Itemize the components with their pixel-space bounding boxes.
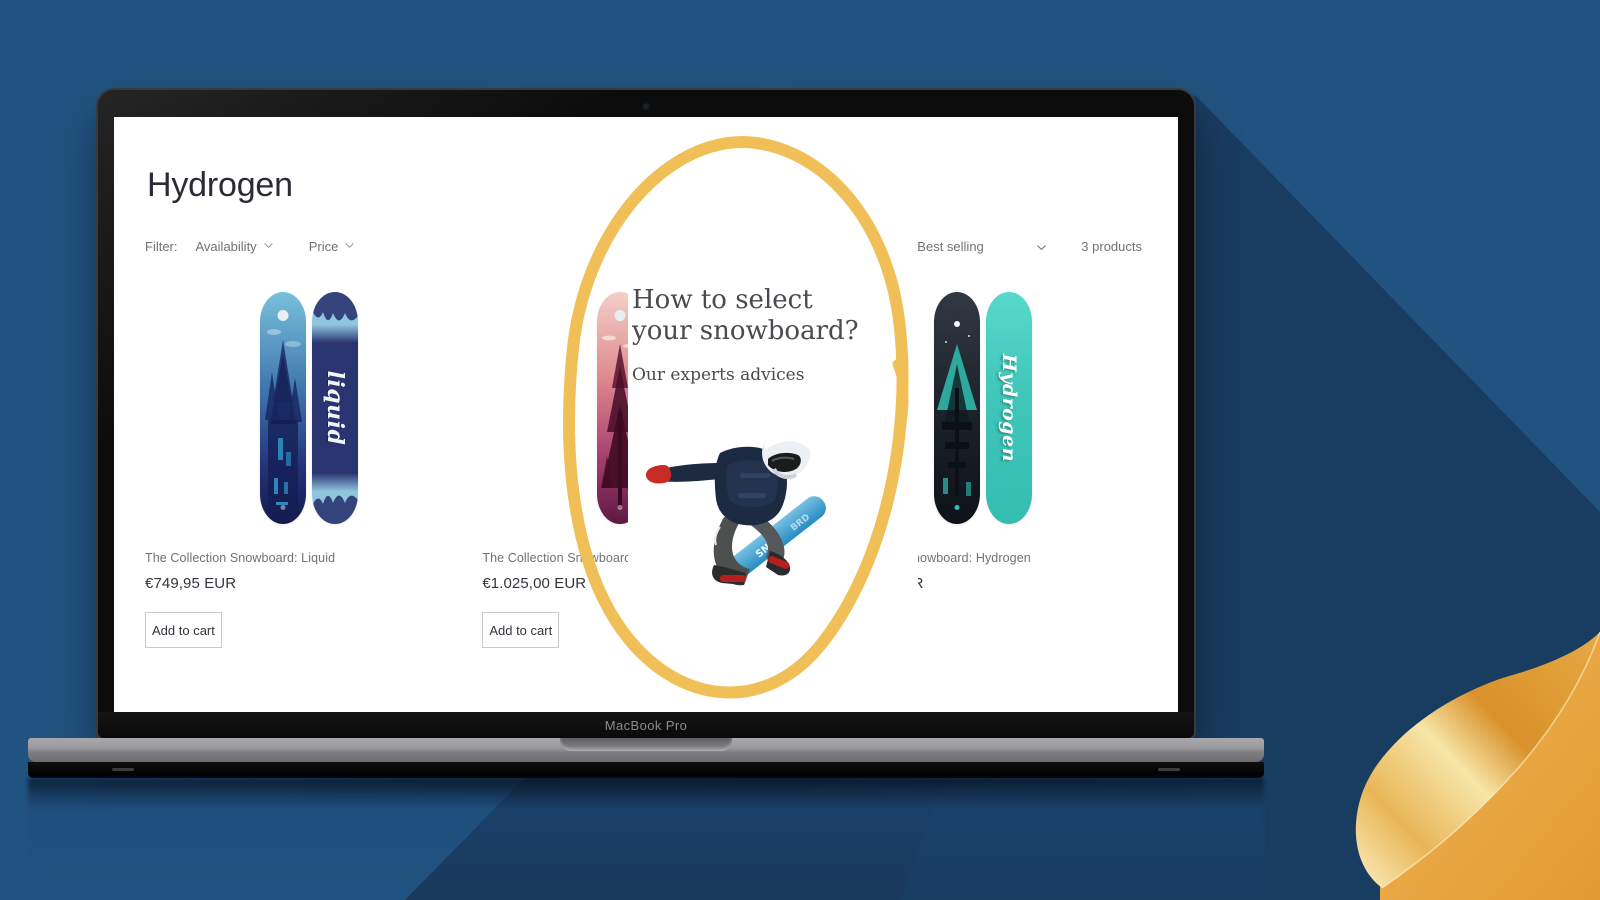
snowboard-front-image xyxy=(934,292,981,524)
chevron-down-icon xyxy=(1036,241,1047,252)
chevron-down-icon xyxy=(264,241,273,250)
snowboarder-photo: SNO BRD xyxy=(646,427,826,586)
laptop-lid: Hydrogen Filter: Availability Price Best… xyxy=(98,90,1194,738)
laptop-bottom-bezel: MacBook Pro xyxy=(98,712,1194,738)
product-media[interactable]: liquid xyxy=(145,287,473,529)
promo-heading-line1: How to select xyxy=(632,285,813,315)
snowboard-hole xyxy=(614,310,626,321)
filter-price[interactable]: Price xyxy=(309,239,355,254)
product-price: €749,95 EUR xyxy=(145,575,237,592)
chevron-down-icon xyxy=(345,241,354,250)
device-label: MacBook Pro xyxy=(604,717,688,733)
snowboard-bottom-dot xyxy=(954,505,960,510)
filter-price-label: Price xyxy=(308,239,339,254)
snowboard-back-image: Hydrogen xyxy=(986,292,1033,524)
filter-label: Filter: xyxy=(145,239,178,254)
filter-availability[interactable]: Availability xyxy=(196,239,273,254)
snowboard-wordmark: liquid xyxy=(321,370,348,446)
laptop-reflection xyxy=(28,778,1264,898)
macbook-mockup: Hydrogen Filter: Availability Price Best… xyxy=(28,90,1264,898)
snowboard-wordmark: Hydrogen xyxy=(998,353,1021,463)
sort-by-select[interactable]: Best selling xyxy=(917,239,1047,254)
promo-overlay-card: How to select your snowboard? Our expert… xyxy=(628,117,918,715)
add-to-cart-button[interactable]: Add to cart xyxy=(145,612,222,648)
promo-subheading: Our experts advices xyxy=(632,365,805,385)
page-title: Hydrogen xyxy=(147,165,293,204)
laptop-base xyxy=(28,738,1264,762)
promo-heading-line2: your snowboard? xyxy=(632,315,859,346)
product-title[interactable]: The Collection Snowboard: Liquid xyxy=(145,551,472,565)
filter-availability-label: Availability xyxy=(195,239,257,254)
snowboard-hole xyxy=(277,310,289,321)
page-curl-corner xyxy=(1355,631,1600,900)
snowboard-bottom-dot xyxy=(617,505,623,510)
laptop-screen: Hydrogen Filter: Availability Price Best… xyxy=(114,117,1178,715)
webpage: Hydrogen Filter: Availability Price Best… xyxy=(114,117,1178,715)
add-to-cart-button[interactable]: Add to cart xyxy=(482,612,560,648)
product-count: 3 products xyxy=(1081,239,1142,254)
sort-by-value: Best selling xyxy=(917,239,984,254)
snowboard-back-image: liquid xyxy=(311,292,358,524)
snowboard-bottom-dot xyxy=(280,505,286,510)
laptop-base-underside xyxy=(28,762,1264,778)
webcam-icon xyxy=(643,104,649,109)
snowboard-hole xyxy=(951,310,963,321)
laptop-base-notch xyxy=(560,738,732,751)
product-card[interactable]: liquid The Collection Snowboard: Liquid … xyxy=(145,287,473,648)
promo-heading: How to select your snowboard? xyxy=(632,285,912,346)
filter-group: Filter: Availability Price xyxy=(145,239,390,254)
snowboard-front-image xyxy=(259,292,306,524)
